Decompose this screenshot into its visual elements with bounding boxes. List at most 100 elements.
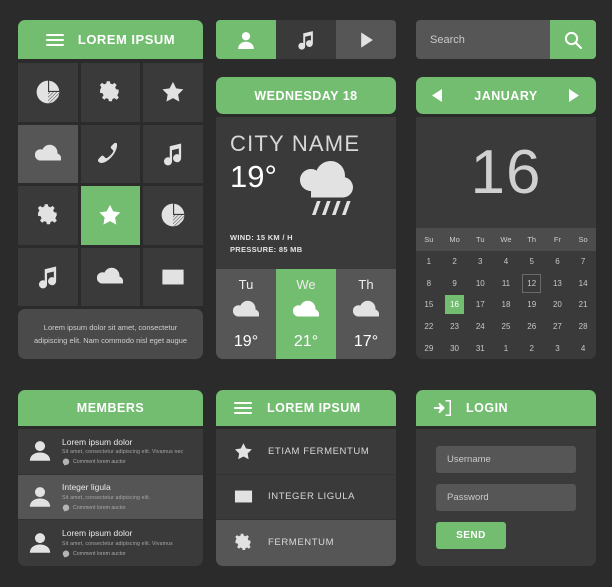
hamburger-menu-icon[interactable] (234, 402, 252, 414)
tile-cloud[interactable] (80, 247, 141, 306)
footer-note-text: Lorem ipsum dolor sit amet, consectetur … (34, 322, 187, 345)
member-comment: Comment lorem auctor (73, 504, 126, 511)
calendar-day[interactable]: 29 (416, 337, 442, 359)
hamburger-menu-icon[interactable] (45, 33, 64, 46)
app-header: LOREM IPSUM (18, 20, 203, 59)
member-list-item[interactable]: Lorem ipsum dolor Sit amet, consectetur … (18, 429, 203, 475)
member-name: Lorem ipsum dolor (62, 528, 133, 539)
day-header: WEDNESDAY 18 (216, 77, 396, 114)
tile-star[interactable] (80, 186, 141, 245)
tile-cloud[interactable] (18, 124, 78, 183)
calendar-day[interactable]: 12 (519, 273, 545, 295)
phone-icon (98, 142, 118, 163)
calendar-day[interactable]: 31 (467, 337, 493, 359)
member-name: Integer ligula (62, 482, 111, 493)
calendar-day[interactable]: 25 (493, 316, 519, 338)
login-form: Username Password SEND (416, 429, 596, 566)
calendar-day[interactable]: 5 (519, 251, 545, 273)
calendar-day-number: 7 (580, 257, 586, 267)
chevron-left-icon[interactable] (432, 89, 444, 102)
segment-user[interactable] (216, 20, 276, 59)
tile-star[interactable] (143, 63, 203, 122)
calendar-day[interactable]: 28 (570, 316, 596, 338)
calendar-day[interactable]: 16 (442, 294, 468, 316)
menu-item-icon (232, 486, 254, 507)
calendar-day[interactable]: 14 (570, 273, 596, 295)
calendar-day-number: 24 (475, 322, 485, 332)
calendar-day[interactable]: 2 (442, 251, 468, 273)
tile-music-note[interactable] (143, 124, 203, 183)
calendar-day[interactable]: 9 (442, 273, 468, 295)
tile-gear[interactable] (80, 63, 141, 122)
calendar-day[interactable]: 3 (467, 251, 493, 273)
segment-music-note[interactable] (276, 20, 336, 59)
calendar-day[interactable]: 15 (416, 294, 442, 316)
chevron-right-icon[interactable] (568, 89, 580, 102)
menu-item[interactable]: FERMENTUM (216, 520, 396, 566)
login-arrow-icon (434, 400, 451, 416)
calendar-day[interactable]: 1 (493, 337, 519, 359)
member-list-item[interactable]: Lorem ipsum dolor Sit amet, consectetur … (18, 520, 203, 566)
calendar-day-number: 6 (555, 257, 560, 267)
pie-chart-icon (36, 80, 60, 104)
calendar-day-number: 14 (578, 278, 588, 288)
calendar-day-number: 3 (555, 343, 560, 353)
envelope-icon (234, 490, 252, 503)
calendar-day-number: 4 (503, 257, 509, 267)
calendar-day-number: 29 (424, 343, 434, 353)
weather-widget: CITY NAME 19° WIND: 15 KM / H PRESSURE: … (216, 117, 396, 269)
segment-play[interactable] (336, 20, 396, 59)
calendar-day[interactable]: 4 (570, 337, 596, 359)
cloud-icon (34, 144, 61, 161)
calendar-day[interactable]: 3 (545, 337, 571, 359)
calendar-day[interactable]: 27 (545, 316, 571, 338)
calendar-day[interactable]: 18 (493, 294, 519, 316)
search-button[interactable] (550, 20, 596, 59)
send-button[interactable]: SEND (436, 522, 506, 549)
calendar-day[interactable]: 6 (545, 251, 571, 273)
calendar-day[interactable]: 13 (545, 273, 571, 295)
forecast-day: Th (358, 277, 374, 292)
search-input[interactable]: Search (416, 20, 550, 59)
menu-item[interactable]: ETIAM FERMENTUM (216, 429, 396, 475)
music-note-icon (38, 266, 56, 289)
calendar-day[interactable]: 26 (519, 316, 545, 338)
calendar-day[interactable]: 7 (570, 251, 596, 273)
username-input[interactable]: Username (436, 446, 576, 473)
forecast-cell[interactable]: Th 17° (336, 269, 396, 359)
calendar-day[interactable]: 22 (416, 316, 442, 338)
calendar-day[interactable]: 4 (493, 251, 519, 273)
tile-music-note[interactable] (18, 247, 78, 306)
weather-wind: WIND: 15 KM / H (230, 233, 293, 242)
calendar-day[interactable]: 1 (416, 251, 442, 273)
calendar-day[interactable]: 20 (545, 294, 571, 316)
calendar-day[interactable]: 30 (442, 337, 468, 359)
calendar-day[interactable]: 10 (467, 273, 493, 295)
menu-item-label: ETIAM FERMENTUM (268, 445, 370, 457)
calendar-day-number: 16 (445, 295, 465, 315)
weather-temperature: 19° (230, 159, 277, 194)
calendar-day[interactable]: 21 (570, 294, 596, 316)
forecast-cell[interactable]: Tu 19° (216, 269, 276, 359)
tile-pie-chart[interactable] (18, 63, 78, 122)
forecast-day: We (296, 277, 316, 292)
calendar-day[interactable]: 24 (467, 316, 493, 338)
forecast-cell[interactable]: We 21° (276, 269, 336, 359)
calendar-day[interactable]: 2 (519, 337, 545, 359)
password-input[interactable]: Password (436, 484, 576, 511)
menu-item[interactable]: INTEGER LIGULA (216, 475, 396, 521)
calendar-day[interactable]: 17 (467, 294, 493, 316)
calendar-day[interactable]: 19 (519, 294, 545, 316)
tile-phone[interactable] (80, 124, 141, 183)
gear-icon (234, 534, 251, 551)
calendar-big-day: 16 (416, 117, 596, 228)
tile-envelope[interactable] (143, 247, 203, 306)
tile-pie-chart[interactable] (143, 186, 203, 245)
calendar-day[interactable]: 8 (416, 273, 442, 295)
star-icon (99, 205, 121, 225)
tile-gear[interactable] (18, 186, 78, 245)
calendar-day[interactable]: 23 (442, 316, 468, 338)
calendar-day[interactable]: 11 (493, 273, 519, 295)
menu-header-title: LOREM IPSUM (267, 401, 361, 415)
member-list-item[interactable]: Integer ligula Sit amet, consectetur adi… (18, 474, 203, 521)
